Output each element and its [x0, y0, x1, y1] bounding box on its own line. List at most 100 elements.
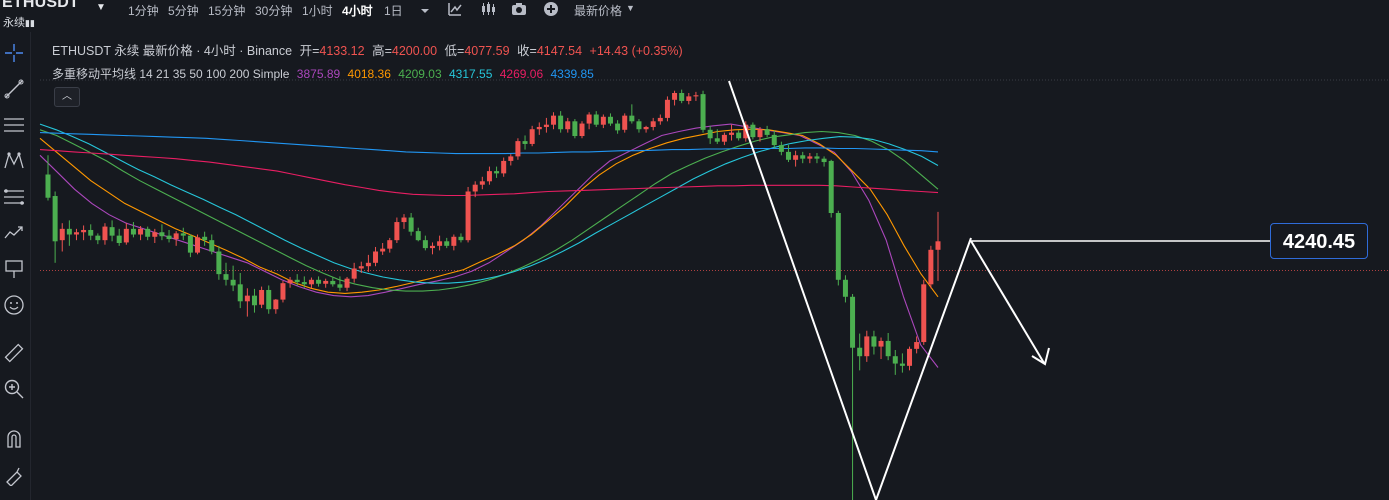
open-value: 4133.12 — [319, 44, 365, 58]
candle — [415, 227, 421, 242]
candle — [565, 117, 571, 133]
candle — [664, 96, 670, 122]
candle-body — [59, 228, 65, 241]
candle — [216, 245, 222, 280]
camera-icon[interactable] — [511, 1, 527, 17]
candle-body — [672, 93, 678, 100]
ma-value-50: 4317.55 — [449, 67, 493, 81]
candle-body — [778, 145, 784, 152]
ma-value-200: 4339.85 — [550, 67, 594, 81]
candle-body — [308, 279, 314, 285]
candle — [871, 330, 877, 355]
candle-body — [365, 262, 371, 267]
magnet-icon[interactable] — [3, 428, 25, 450]
candle — [437, 235, 443, 251]
candle-body — [195, 237, 201, 253]
trend-line-icon[interactable] — [3, 78, 25, 100]
candle-body — [479, 181, 485, 185]
candlesticks — [45, 89, 941, 500]
lock-drawing-icon[interactable] — [3, 464, 25, 487]
candle — [885, 333, 891, 361]
candle-body — [209, 240, 215, 252]
candle-body — [138, 228, 144, 235]
candle — [814, 153, 820, 164]
candle-body — [458, 236, 464, 241]
candle — [187, 234, 193, 258]
horizontal-lines-icon[interactable] — [3, 114, 25, 136]
candle-body — [152, 232, 158, 237]
emoji-icon[interactable] — [3, 294, 25, 316]
candle — [551, 112, 557, 130]
candle — [729, 124, 735, 141]
candle — [486, 166, 492, 185]
candle — [102, 223, 108, 245]
timeframe-1h[interactable]: 1小时 — [302, 2, 333, 19]
candle — [543, 117, 549, 133]
candle-body — [415, 231, 421, 241]
candle-body — [422, 240, 428, 249]
candle — [52, 191, 58, 263]
crosshair-icon[interactable] — [3, 42, 25, 64]
fib-icon[interactable] — [3, 186, 25, 208]
timeframe-1m[interactable]: 1分钟 — [128, 2, 159, 19]
timeframe-1d[interactable]: 1日 — [384, 2, 403, 19]
candle — [166, 229, 172, 243]
chevron-down-icon[interactable] — [417, 3, 433, 19]
price-mode-select[interactable]: 最新价格 — [574, 2, 622, 19]
indicator-icon[interactable] — [447, 1, 463, 17]
candle-body — [81, 229, 87, 233]
candle-body — [88, 229, 94, 236]
candle — [586, 112, 592, 130]
add-icon[interactable] — [543, 1, 559, 17]
timeframe-30m[interactable]: 30分钟 — [255, 2, 292, 19]
drawn-trendlines — [728, 80, 1271, 500]
candle — [850, 293, 856, 500]
ruler-icon[interactable] — [3, 342, 25, 364]
candle — [821, 156, 827, 167]
candle-style-icon[interactable] — [480, 1, 496, 17]
timeframe-15m[interactable]: 15分钟 — [208, 2, 245, 19]
candle-body — [515, 141, 521, 157]
symbol-dropdown-icon[interactable]: ▼ — [96, 2, 106, 13]
drawing-price-label[interactable]: 4240.45 — [1270, 223, 1368, 259]
candle-body — [380, 248, 386, 252]
forecast-icon[interactable] — [3, 222, 25, 244]
candle-body — [593, 114, 599, 125]
zoom-icon[interactable] — [3, 378, 25, 400]
symbol-name[interactable]: ETHUSDT — [2, 0, 79, 12]
timeframe-5m[interactable]: 5分钟 — [168, 2, 199, 19]
price-mode-caret-icon[interactable]: ▼ — [626, 3, 635, 13]
ma-line-14 — [39, 123, 939, 368]
candle-body — [729, 132, 735, 135]
candle-body — [707, 129, 713, 139]
candle — [123, 223, 129, 245]
candle — [928, 245, 934, 289]
candle-body — [679, 93, 685, 101]
candle — [59, 223, 65, 252]
candle-body — [66, 228, 72, 235]
candle — [707, 125, 713, 144]
candle — [828, 159, 834, 218]
high-value: 4200.00 — [391, 44, 438, 58]
annotation-icon[interactable] — [3, 258, 25, 280]
candle — [195, 234, 201, 255]
pattern-icon[interactable] — [3, 150, 25, 172]
candle — [316, 276, 322, 287]
candle-body — [664, 99, 670, 118]
candle-body — [629, 115, 635, 122]
moving-average-lines — [39, 123, 939, 368]
candle-body — [387, 240, 393, 249]
candle — [223, 262, 229, 286]
collapse-legend-button[interactable]: ︿ — [54, 87, 80, 107]
zigzag-trendline — [728, 80, 972, 500]
candle — [679, 89, 685, 104]
candle — [323, 278, 329, 288]
candle — [857, 333, 863, 371]
candle — [130, 222, 136, 238]
candle — [700, 90, 706, 133]
candle-body — [586, 114, 592, 124]
timeframe-4h[interactable]: 4小时 — [342, 2, 373, 19]
candle — [686, 93, 692, 105]
candle-body — [928, 249, 934, 285]
candle — [458, 233, 464, 243]
